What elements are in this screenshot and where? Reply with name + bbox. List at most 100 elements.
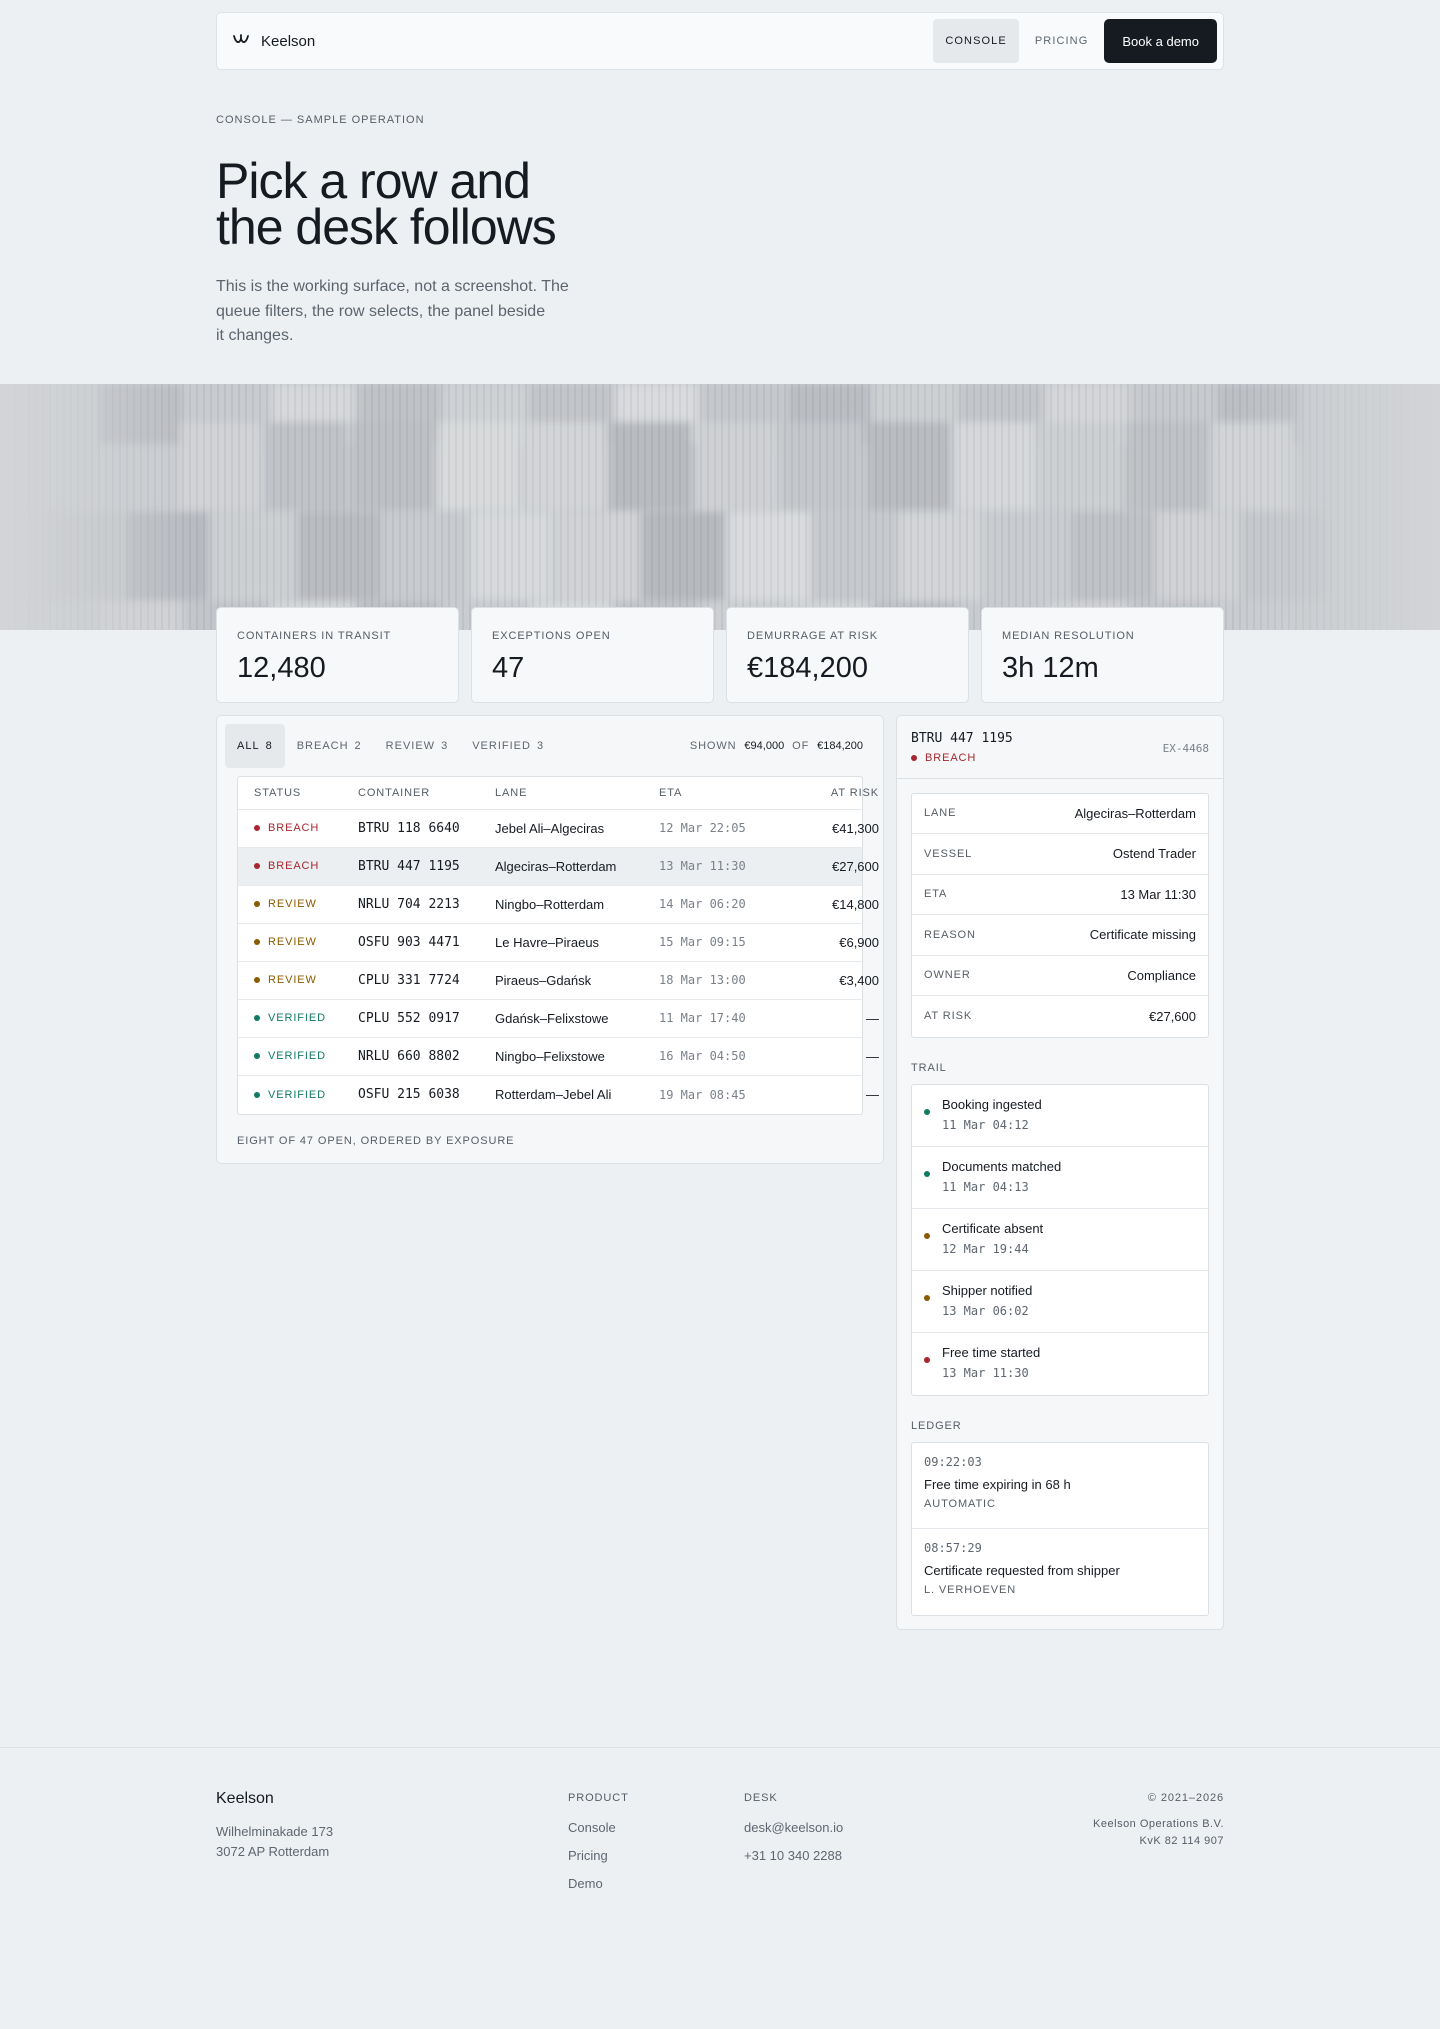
table-row[interactable]: VERIFIED NRLU 660 8802 Ningbo–Felixstowe 16…	[238, 1038, 879, 1076]
trail-time: 13 Mar 11:30	[942, 1365, 1029, 1380]
footer-desk-heading: DESK	[744, 1791, 778, 1804]
table-row[interactable]: REVIEW CPLU 331 7724 Piraeus–Gdańsk 18 Mar …	[238, 962, 879, 1000]
ledger-entry: 08:57:29 Certificate requested from shipp…	[912, 1529, 1208, 1615]
field-value: 13 Mar 11:30	[1120, 886, 1196, 902]
row-container: CPLU 552 0917	[358, 1010, 460, 1026]
field-owner: OWNER Compliance	[912, 956, 1208, 996]
brand-logo[interactable]: Keelson	[233, 33, 315, 50]
page: Keelson CONSOLE PRICING Book a demo CONS…	[216, 12, 1224, 349]
company-name: Keelson Operations B.V.	[1093, 1817, 1224, 1830]
row-status: BREACH	[254, 860, 358, 872]
stat-card-containers: CONTAINERS IN TRANSIT 12,480	[216, 606, 459, 703]
table-header: STATUS CONTAINER LANE ETA AT RISK	[238, 777, 878, 810]
status-text: BREACH	[268, 860, 320, 872]
row-at-risk: €6,900	[839, 934, 879, 950]
row-eta: 13 Mar 11:30	[659, 859, 746, 873]
filter-count: 3	[441, 739, 449, 752]
field-value: Algeciras–Rotterdam	[1074, 805, 1196, 821]
footer-link-console[interactable]: Console	[568, 1820, 744, 1835]
row-status: VERIFIED	[254, 1050, 358, 1062]
trail-item: Shipper notified 13 Mar 06:02	[912, 1271, 1208, 1333]
trail-time: 13 Mar 06:02	[942, 1303, 1029, 1318]
table-row[interactable]: BREACH BTRU 118 6640 Jebel Ali–Algeciras 12…	[238, 810, 879, 848]
trail-item: Booking ingested 11 Mar 04:12	[912, 1085, 1208, 1147]
filter-verified[interactable]: VERIFIED 3	[460, 724, 556, 768]
trail-title: Booking ingested	[942, 1096, 1042, 1112]
status-text: BREACH	[268, 822, 320, 834]
row-lane: Ningbo–Rotterdam	[495, 896, 605, 912]
trail-title: Documents matched	[942, 1158, 1062, 1174]
lede-line-2: queue filters, the row selects, the pane…	[216, 302, 546, 320]
table-row[interactable]: REVIEW OSFU 903 4471 Le Havre–Piraeus 15 Ma…	[238, 924, 879, 962]
footer-address: Wilhelminakade 173 3072 AP Rotterdam	[216, 1822, 568, 1862]
table-row[interactable]: BREACH BTRU 447 1195 Algeciras–Rotterdam 13…	[238, 847, 879, 886]
row-eta: 11 Mar 17:40	[659, 1011, 746, 1025]
footer-desk-col: DESK desk@keelson.io +31 10 340 2288	[744, 1790, 920, 1891]
status-text: BREACH	[925, 751, 977, 764]
col-at-risk[interactable]: AT RISK	[779, 787, 879, 799]
detail-status: BREACH	[911, 752, 1013, 764]
row-at-risk: €27,600	[832, 858, 879, 874]
col-container[interactable]: CONTAINER	[358, 787, 495, 799]
book-demo-button[interactable]: Book a demo	[1104, 19, 1217, 63]
status-text: REVIEW	[268, 936, 317, 948]
detail-panel: BTRU 447 1195 BREACH EX-4468 LANE Algecir…	[896, 714, 1224, 1630]
status-dot	[254, 1053, 260, 1059]
trail-title: Free time started	[942, 1344, 1041, 1360]
nav-pricing-link[interactable]: PRICING	[1023, 19, 1101, 63]
table-row[interactable]: REVIEW NRLU 704 2213 Ningbo–Rotterdam 14 Ma…	[238, 886, 879, 924]
stat-label: CONTAINERS IN TRANSIT	[237, 629, 392, 642]
trail-time: 12 Mar 19:44	[942, 1241, 1029, 1256]
stat-value: €184,200	[747, 651, 868, 684]
footer-link-pricing[interactable]: Pricing	[568, 1848, 744, 1863]
ledger-time: 09:22:03	[924, 1454, 982, 1469]
row-lane: Gdańsk–Felixstowe	[495, 1010, 609, 1026]
trail-title: Shipper notified	[942, 1282, 1033, 1298]
table-row[interactable]: VERIFIED CPLU 552 0917 Gdańsk–Felixstowe 11…	[238, 1000, 879, 1038]
footer-link-email[interactable]: desk@keelson.io	[744, 1820, 920, 1835]
stat-label: MEDIAN RESOLUTION	[1002, 629, 1135, 642]
detail-container-id: BTRU 447 1195	[911, 730, 1013, 746]
row-eta: 15 Mar 09:15	[659, 935, 746, 949]
status-text: REVIEW	[268, 898, 317, 910]
filter-label: REVIEW	[385, 739, 436, 752]
row-status: REVIEW	[254, 974, 358, 986]
filter-label: VERIFIED	[472, 739, 531, 752]
trail-time: 11 Mar 04:12	[942, 1117, 1029, 1132]
page-title: Pick a row and the desk follows	[216, 156, 616, 252]
trail-heading: TRAIL	[911, 1061, 947, 1074]
row-container: BTRU 447 1195	[358, 858, 460, 874]
ledger-entry: 09:22:03 Free time expiring in 68 h AUTOMA…	[912, 1443, 1208, 1529]
trail-item: Free time started 13 Mar 11:30	[912, 1333, 1208, 1395]
detail-fields: LANE Algeciras–Rotterdam VESSEL Ostend Tra…	[911, 792, 1209, 1038]
col-status[interactable]: STATUS	[254, 787, 358, 799]
console: CONTAINERS IN TRANSIT 12,480 EXCEPTIONS …	[216, 606, 1224, 1630]
hero-lede: This is the working surface, not a scree…	[216, 275, 586, 349]
stat-card-resolution: MEDIAN RESOLUTION 3h 12m	[981, 606, 1224, 703]
row-lane: Piraeus–Gdańsk	[495, 972, 592, 988]
field-key: OWNER	[924, 969, 971, 982]
status-dot	[254, 1091, 260, 1098]
footer-link-phone[interactable]: +31 10 340 2288	[744, 1848, 920, 1863]
nav-console-link[interactable]: CONSOLE	[933, 19, 1019, 63]
row-status: BREACH	[254, 822, 358, 834]
table-row[interactable]: VERIFIED OSFU 215 6038 Rotterdam–Jebel Ali…	[238, 1076, 879, 1114]
row-container: BTRU 118 6640	[358, 820, 460, 836]
col-lane[interactable]: LANE	[495, 787, 659, 799]
trail-title: Certificate absent	[942, 1220, 1044, 1236]
status-text: VERIFIED	[268, 1050, 326, 1062]
row-container: OSFU 215 6038	[358, 1087, 460, 1102]
shown-summary: SHOWN €94,000 OF €184,200	[690, 740, 863, 752]
footer-legal: © 2021–2026 Keelson Operations B.V. KvK …	[1093, 1790, 1224, 1891]
filter-all[interactable]: ALL 8	[225, 723, 285, 768]
filter-review[interactable]: REVIEW 3	[374, 724, 461, 768]
field-value: Compliance	[1127, 967, 1196, 983]
footer-link-demo[interactable]: Demo	[568, 1876, 744, 1891]
filter-label: BREACH	[296, 739, 349, 752]
row-at-risk: —	[866, 1010, 879, 1026]
filter-breach[interactable]: BREACH 2	[285, 724, 374, 768]
row-status: VERIFIED	[254, 1012, 358, 1024]
col-eta[interactable]: ETA	[659, 787, 779, 799]
field-value: Ostend Trader	[1112, 846, 1196, 862]
of-label: OF	[792, 739, 810, 752]
